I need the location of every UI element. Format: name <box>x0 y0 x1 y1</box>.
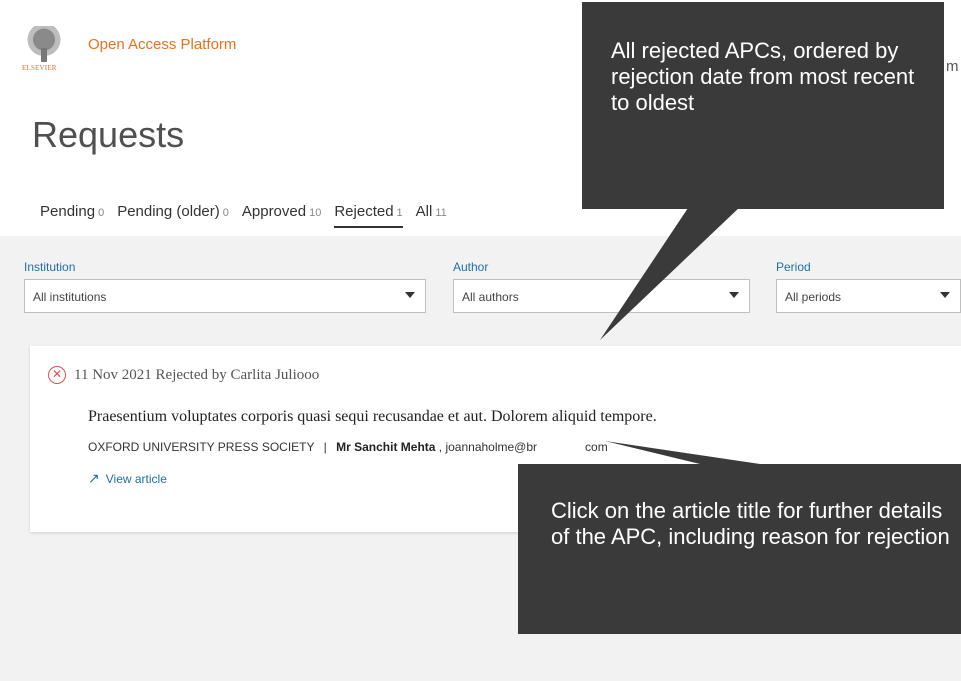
callout-top-pointer <box>600 205 742 340</box>
callout-rejected-order: All rejected APCs, ordered by rejection … <box>582 2 944 209</box>
callout-bottom-pointer <box>605 441 760 464</box>
callout-article-details: Click on the article title for further d… <box>518 464 961 634</box>
